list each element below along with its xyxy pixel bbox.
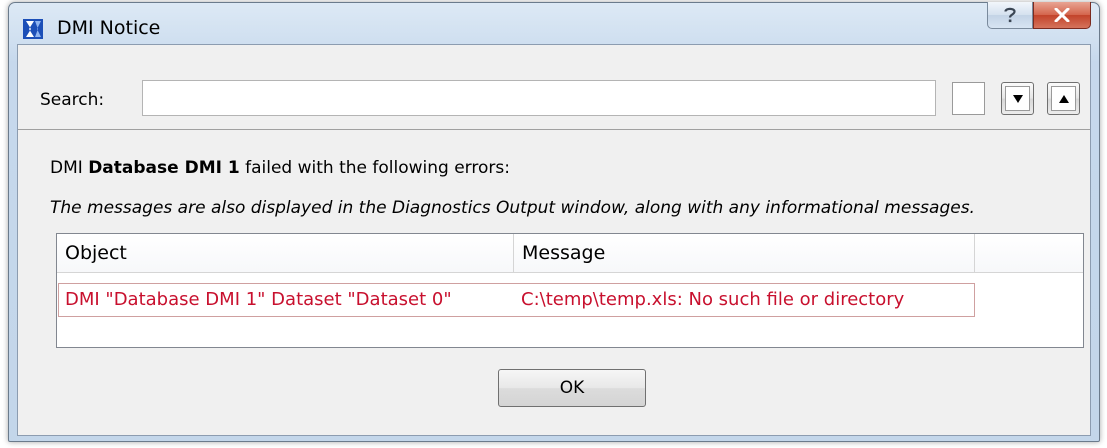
riverware-logo-icon xyxy=(23,19,43,39)
errors-table: Object Message DMI "Database DMI 1" Data… xyxy=(56,233,1084,348)
search-bar: Search: xyxy=(18,45,1090,130)
caption-buttons xyxy=(987,2,1091,29)
column-header-message[interactable]: Message xyxy=(514,234,975,272)
ok-button[interactable]: OK xyxy=(498,369,646,407)
search-label: Search: xyxy=(40,90,105,110)
search-option-checkbox[interactable] xyxy=(952,82,985,115)
cell-message: C:\temp\temp.xls: No such file or direct… xyxy=(521,289,905,310)
find-previous-button-face xyxy=(1051,86,1076,111)
dmi-name: Database DMI 1 xyxy=(88,158,240,178)
diagnostics-note: The messages are also displayed in the D… xyxy=(50,198,975,218)
cell-object: DMI "Database DMI 1" Dataset "Dataset 0" xyxy=(65,289,452,310)
search-input[interactable] xyxy=(142,80,936,116)
table-row[interactable]: DMI "Database DMI 1" Dataset "Dataset 0"… xyxy=(58,283,975,317)
find-next-button[interactable] xyxy=(1001,82,1034,115)
column-header-filler xyxy=(975,234,1083,272)
table-header: Object Message xyxy=(57,234,1083,273)
column-header-object[interactable]: Object xyxy=(57,234,514,272)
window-title: DMI Notice xyxy=(57,17,161,39)
heading-suffix: failed with the following errors: xyxy=(239,158,510,178)
help-button[interactable] xyxy=(987,2,1033,29)
find-previous-button[interactable] xyxy=(1047,82,1080,115)
find-next-button-face xyxy=(1005,86,1030,111)
heading-prefix: DMI xyxy=(50,158,89,178)
triangle-up-icon xyxy=(1058,94,1069,103)
title-bar[interactable]: DMI Notice xyxy=(9,2,1099,41)
triangle-down-icon xyxy=(1012,94,1023,103)
close-icon xyxy=(1054,8,1070,22)
dmi-notice-dialog: DMI Notice Search: DMI Database DMI 1 fa… xyxy=(8,2,1100,442)
close-button[interactable] xyxy=(1033,2,1091,29)
help-icon xyxy=(1004,7,1016,23)
error-heading: DMI Database DMI 1 failed with the follo… xyxy=(50,158,510,178)
dialog-content: Search: DMI Database DMI 1 failed with t… xyxy=(17,44,1091,436)
